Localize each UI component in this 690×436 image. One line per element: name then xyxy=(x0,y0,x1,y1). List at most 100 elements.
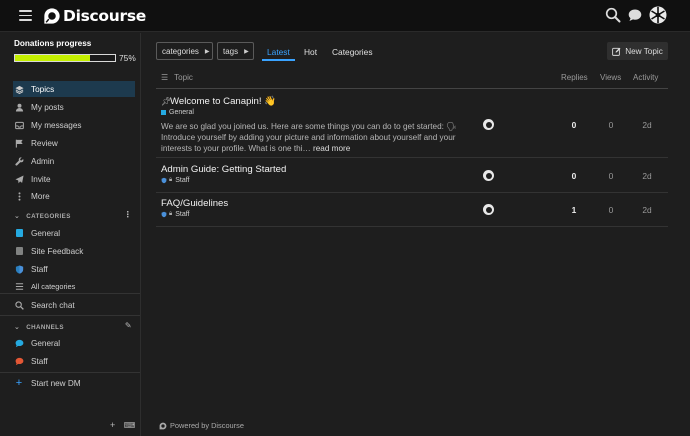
sidebar-item-my-posts[interactable]: My posts xyxy=(14,99,136,115)
topic-category-badge[interactable]: General xyxy=(161,109,194,116)
chevron-down-icon: ⌄ xyxy=(14,213,21,220)
tab-categories[interactable]: Categories xyxy=(332,47,373,57)
powered-by-discourse[interactable]: Powered by Discourse xyxy=(159,421,244,430)
sidebar-channel-staff[interactable]: Staff xyxy=(14,353,136,369)
bulk-select-icon[interactable]: ☰ xyxy=(161,73,168,82)
lock-icon: 🔒︎ xyxy=(169,177,173,183)
sidebar-divider xyxy=(0,372,140,373)
sidebar-item-label: Staff xyxy=(31,264,48,274)
replies-count[interactable]: 0 xyxy=(564,171,584,181)
search-icon xyxy=(14,300,24,310)
sidebar-item-invite[interactable]: Invite xyxy=(14,171,136,187)
activity-column-header[interactable]: Activity xyxy=(633,73,658,82)
replies-count[interactable]: 0 xyxy=(564,120,584,130)
sidebar-category-general[interactable]: General xyxy=(14,225,136,241)
shield-icon xyxy=(14,264,24,274)
category-square-icon xyxy=(14,228,24,238)
replies-column-header[interactable]: Replies xyxy=(561,73,588,82)
sidebar-item-label: Invite xyxy=(31,174,51,184)
categories-dropdown[interactable]: categories ▶ xyxy=(156,42,213,60)
row-divider xyxy=(156,157,668,158)
lock-icon: 🔒︎ xyxy=(169,211,173,217)
channels-header-label: CHANNELS xyxy=(26,323,64,331)
new-topic-label: New Topic xyxy=(625,46,663,56)
pencil-icon[interactable]: ✎ xyxy=(125,321,132,330)
topic-title[interactable]: FAQ/Guidelines xyxy=(161,198,228,209)
topic-excerpt-text: We are so glad you joined us. Here are s… xyxy=(161,122,457,153)
activity-time[interactable]: 2d xyxy=(637,171,657,181)
row-divider xyxy=(156,226,668,227)
new-topic-button[interactable]: New Topic xyxy=(607,42,668,60)
discourse-logo-icon xyxy=(44,8,60,24)
sidebar-item-label: Search chat xyxy=(31,300,75,310)
sidebar-channel-general[interactable]: General xyxy=(14,335,136,351)
sidebar-item-admin[interactable]: Admin xyxy=(14,153,136,169)
topic-title[interactable]: Welcome to Canapin! 👋 xyxy=(170,96,276,107)
row-divider xyxy=(156,192,668,193)
search-icon[interactable] xyxy=(605,7,621,23)
sidebar-item-label: Admin xyxy=(31,156,55,166)
categories-dropdown-label: categories xyxy=(162,46,199,56)
ellipsis-icon xyxy=(14,191,24,201)
views-column-header[interactable]: Views xyxy=(600,73,621,82)
topic-column-header[interactable]: ☰ Topic xyxy=(161,73,193,82)
sidebar-category-staff[interactable]: Staff xyxy=(14,261,136,277)
site-logo[interactable]: Discourse xyxy=(43,6,146,26)
replies-count[interactable]: 1 xyxy=(564,205,584,215)
sidebar: Donations progress 75% Topics My posts M… xyxy=(0,33,141,436)
topic-category-label: General xyxy=(169,109,194,116)
tags-dropdown-label: tags xyxy=(223,46,239,56)
poster-avatar[interactable] xyxy=(483,204,494,215)
layers-icon xyxy=(14,84,24,94)
sidebar-all-categories[interactable]: All categories xyxy=(14,278,136,294)
topic-category-badge[interactable]: 🔒︎ Staff xyxy=(161,211,189,218)
tab-hot[interactable]: Hot xyxy=(304,47,317,57)
sidebar-divider xyxy=(0,293,140,294)
table-header-divider xyxy=(156,88,668,89)
tags-dropdown[interactable]: tags ▶ xyxy=(217,42,254,60)
topic-category-badge[interactable]: 🔒︎ Staff xyxy=(161,177,189,184)
sidebar-item-label: My posts xyxy=(31,102,64,112)
hamburger-icon[interactable] xyxy=(19,10,32,21)
topic-column-label: Topic xyxy=(174,73,193,82)
sidebar-item-label: General xyxy=(31,228,61,238)
keyboard-icon[interactable]: ⌨ xyxy=(124,421,136,430)
pencil-square-icon xyxy=(612,47,621,56)
sidebar-item-topics[interactable]: Topics xyxy=(13,81,135,97)
sidebar-category-site-feedback[interactable]: Site Feedback xyxy=(14,243,136,259)
chat-bubble-icon xyxy=(14,338,24,348)
category-square-icon xyxy=(14,246,24,256)
sidebar-search-chat[interactable]: Search chat xyxy=(14,297,136,313)
tab-latest[interactable]: Latest xyxy=(267,47,290,57)
shield-icon xyxy=(161,177,167,184)
shield-icon xyxy=(161,211,167,218)
activity-time[interactable]: 2d xyxy=(637,120,657,130)
channels-section-header[interactable]: ⌄ CHANNELS ✎ xyxy=(14,321,136,333)
sidebar-item-review[interactable]: Review xyxy=(14,135,136,151)
topic-title[interactable]: Admin Guide: Getting Started xyxy=(161,164,286,175)
sidebar-item-label: Site Feedback xyxy=(31,246,84,256)
poster-avatar[interactable] xyxy=(483,119,494,130)
flag-icon xyxy=(14,138,24,148)
inbox-icon xyxy=(14,120,24,130)
sidebar-item-more[interactable]: More xyxy=(14,188,136,204)
user-icon xyxy=(14,102,24,112)
user-avatar[interactable] xyxy=(649,6,667,24)
paper-plane-icon xyxy=(14,174,24,184)
sidebar-item-label: Staff xyxy=(31,356,48,366)
sidebar-item-label: More xyxy=(31,191,50,201)
donations-progress-title: Donations progress xyxy=(14,39,92,48)
add-icon[interactable]: + xyxy=(110,420,115,430)
poster-avatar[interactable] xyxy=(483,170,494,181)
categories-header-label: CATEGORIES xyxy=(26,212,71,220)
categories-section-header[interactable]: ⌄ CATEGORIES ⋮ xyxy=(14,210,136,222)
activity-time[interactable]: 2d xyxy=(637,205,657,215)
sidebar-item-my-messages[interactable]: My messages xyxy=(14,117,136,133)
vertical-ellipsis-icon[interactable]: ⋮ xyxy=(124,210,132,219)
views-count: 0 xyxy=(608,171,614,181)
sidebar-item-label: All categories xyxy=(31,281,76,291)
active-tab-indicator xyxy=(262,59,295,61)
read-more-link[interactable]: read more xyxy=(313,144,350,153)
sidebar-start-dm[interactable]: + Start new DM xyxy=(14,375,136,391)
chat-icon[interactable] xyxy=(627,7,643,23)
